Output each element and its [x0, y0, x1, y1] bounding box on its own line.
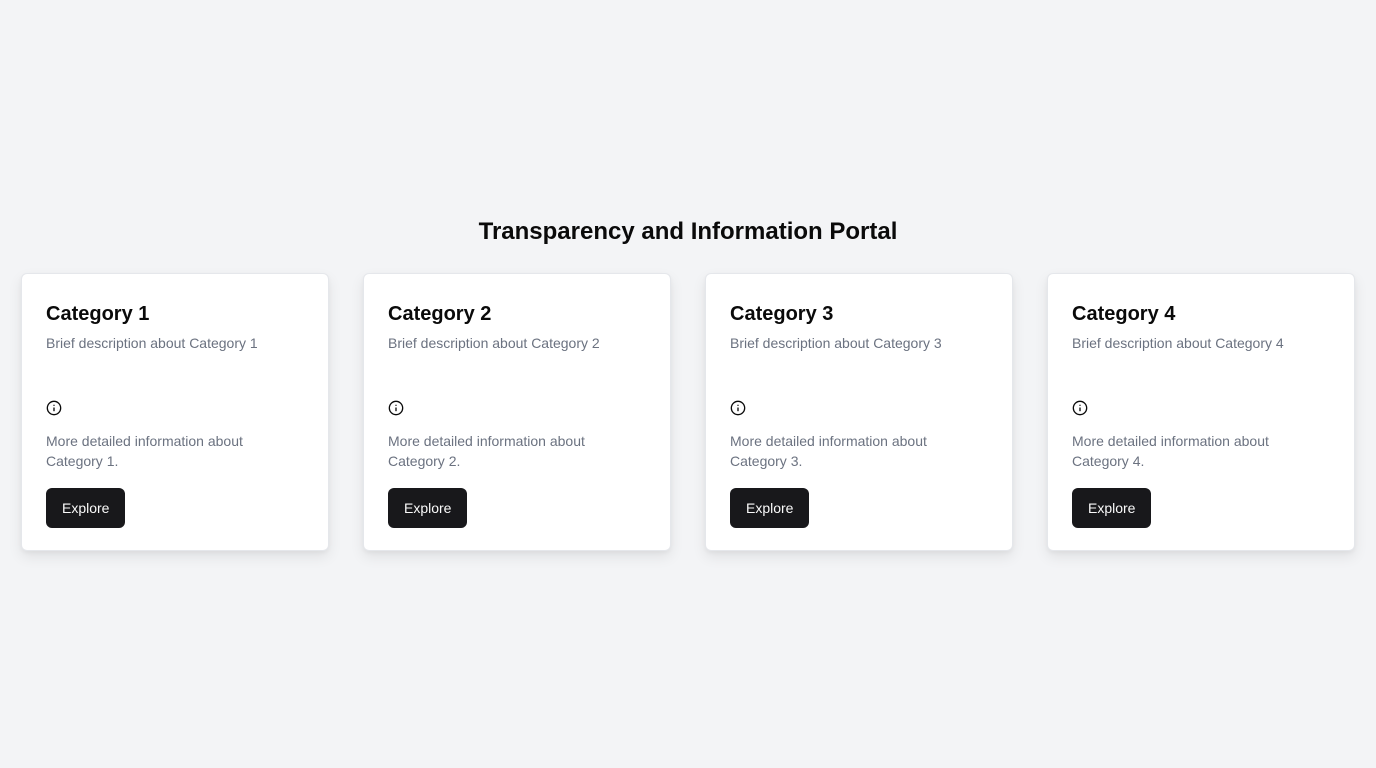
- card-title: Category 4: [1072, 303, 1176, 325]
- explore-button[interactable]: Explore: [1072, 488, 1152, 528]
- card-detail: More detailed information about Category…: [1072, 433, 1269, 469]
- info-icon: [1072, 400, 1088, 416]
- category-card-3: Category 3 Brief description about Categ…: [705, 273, 1013, 551]
- card-description: Brief description about Category 4: [1072, 335, 1284, 351]
- category-card-1: Category 1 Brief description about Categ…: [21, 273, 329, 551]
- info-icon: [730, 400, 746, 416]
- explore-button[interactable]: Explore: [46, 488, 126, 528]
- info-icon: [388, 400, 404, 416]
- category-card-4: Category 4 Brief description about Categ…: [1047, 273, 1355, 551]
- explore-button[interactable]: Explore: [730, 488, 810, 528]
- page-title: Transparency and Information Portal: [478, 218, 898, 245]
- card-description: Brief description about Category 3: [730, 335, 942, 351]
- card-description: Brief description about Category 1: [46, 335, 258, 351]
- card-detail: More detailed information about Category…: [46, 433, 243, 469]
- info-icon: [46, 400, 62, 416]
- card-title: Category 2: [388, 303, 492, 325]
- category-card-grid: Category 1 Brief description about Categ…: [21, 273, 1355, 551]
- card-detail: More detailed information about Category…: [388, 433, 585, 469]
- category-card-2: Category 2 Brief description about Categ…: [363, 273, 671, 551]
- card-title: Category 3: [730, 303, 834, 325]
- card-detail: More detailed information about Category…: [730, 433, 927, 469]
- explore-button[interactable]: Explore: [388, 488, 468, 528]
- card-description: Brief description about Category 2: [388, 335, 600, 351]
- card-title: Category 1: [46, 303, 150, 325]
